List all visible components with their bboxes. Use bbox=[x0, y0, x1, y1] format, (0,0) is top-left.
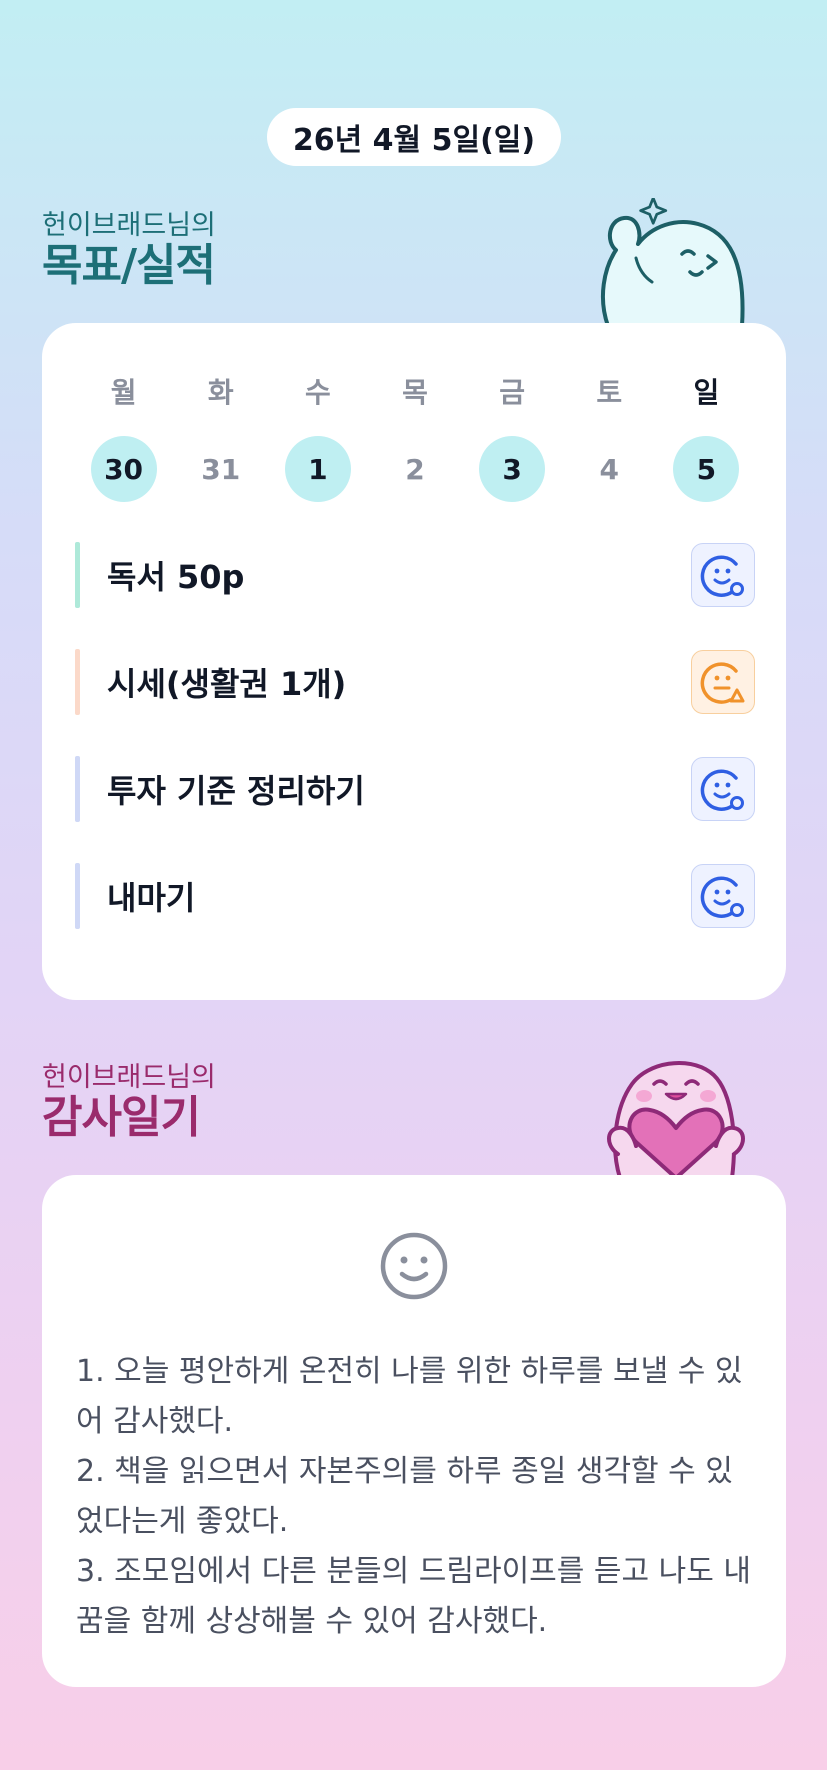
smile-check-icon bbox=[700, 876, 744, 918]
goal-color-bar bbox=[75, 542, 80, 608]
day-3[interactable]: 3 bbox=[479, 436, 546, 502]
weekday-wed: 수 bbox=[304, 376, 331, 409]
smile-face-icon bbox=[380, 1232, 448, 1300]
goals-section-title: 헌이브래드님의 목표/실적 bbox=[42, 210, 216, 290]
date-header: 26년 4월 5일(일) bbox=[267, 108, 561, 166]
goal-status-button[interactable] bbox=[691, 864, 755, 928]
smile-check-icon bbox=[700, 769, 744, 811]
goal-label: 투자 기준 정리하기 bbox=[107, 772, 365, 810]
weekday-thu: 목 bbox=[402, 376, 428, 409]
weekday-mon: 월 bbox=[110, 376, 137, 409]
goals-owner-label: 헌이브래드님의 bbox=[42, 210, 216, 241]
weekday-tue: 화 bbox=[207, 376, 234, 409]
weekday-sun: 일 bbox=[693, 376, 720, 409]
neutral-warning-icon bbox=[700, 662, 745, 704]
goals-title: 목표/실적 bbox=[42, 240, 216, 291]
goal-item[interactable]: 시세(생활권 1개) bbox=[75, 649, 755, 715]
goal-item[interactable]: 내마기 bbox=[75, 863, 755, 929]
day-5[interactable]: 5 bbox=[673, 436, 740, 502]
goals-card: 월 화 수 목 금 토 일 30 31 1 2 3 4 5 독서 50p 시세(… bbox=[42, 323, 786, 1000]
goal-item[interactable]: 독서 50p bbox=[75, 542, 755, 608]
goal-label: 시세(생활권 1개) bbox=[107, 665, 347, 703]
goal-status-button[interactable] bbox=[691, 650, 755, 714]
smile-check-icon bbox=[700, 555, 744, 597]
goal-status-button[interactable] bbox=[691, 543, 755, 607]
day-4[interactable]: 4 bbox=[576, 436, 642, 502]
weekday-fri: 금 bbox=[499, 376, 526, 409]
gratitude-section-title: 헌이브래드님의 감사일기 bbox=[42, 1062, 216, 1142]
gratitude-entry: 1. 오늘 평안하게 온전히 나를 위한 하루를 보낼 수 있어 감사했다. bbox=[76, 1354, 743, 1439]
day-30[interactable]: 30 bbox=[90, 436, 157, 502]
gratitude-title: 감사일기 bbox=[42, 1092, 201, 1143]
weekday-sat: 토 bbox=[596, 376, 623, 409]
waving-mascot-illustration bbox=[601, 198, 745, 326]
heart-mascot-illustration bbox=[607, 1060, 745, 1178]
gratitude-entry: 3. 조모임에서 다른 분들의 드림라이프를 듣고 나도 내 꿈을 함께 상상해… bbox=[76, 1554, 751, 1639]
goal-color-bar bbox=[75, 756, 80, 822]
gratitude-entries: 1. 오늘 평안하게 온전히 나를 위한 하루를 보낼 수 있어 감사했다. 2… bbox=[76, 1347, 756, 1647]
goal-label: 내마기 bbox=[107, 879, 196, 917]
day-1[interactable]: 1 bbox=[284, 436, 351, 502]
goal-status-button[interactable] bbox=[691, 757, 755, 821]
day-2[interactable]: 2 bbox=[382, 436, 448, 502]
goal-item[interactable]: 투자 기준 정리하기 bbox=[75, 756, 755, 822]
goal-color-bar bbox=[75, 863, 80, 929]
goal-label: 독서 50p bbox=[107, 558, 245, 596]
goal-color-bar bbox=[75, 649, 80, 715]
week-calendar: 월 화 수 목 금 토 일 30 31 1 2 3 4 5 bbox=[75, 371, 755, 505]
gratitude-owner-label: 헌이브래드님의 bbox=[42, 1062, 216, 1093]
gratitude-card: 1. 오늘 평안하게 온전히 나를 위한 하루를 보낼 수 있어 감사했다. 2… bbox=[42, 1175, 786, 1687]
day-31[interactable]: 31 bbox=[188, 436, 254, 502]
gratitude-entry: 2. 책을 읽으면서 자본주의를 하루 종일 생각할 수 있었다는게 좋았다. bbox=[76, 1454, 733, 1539]
